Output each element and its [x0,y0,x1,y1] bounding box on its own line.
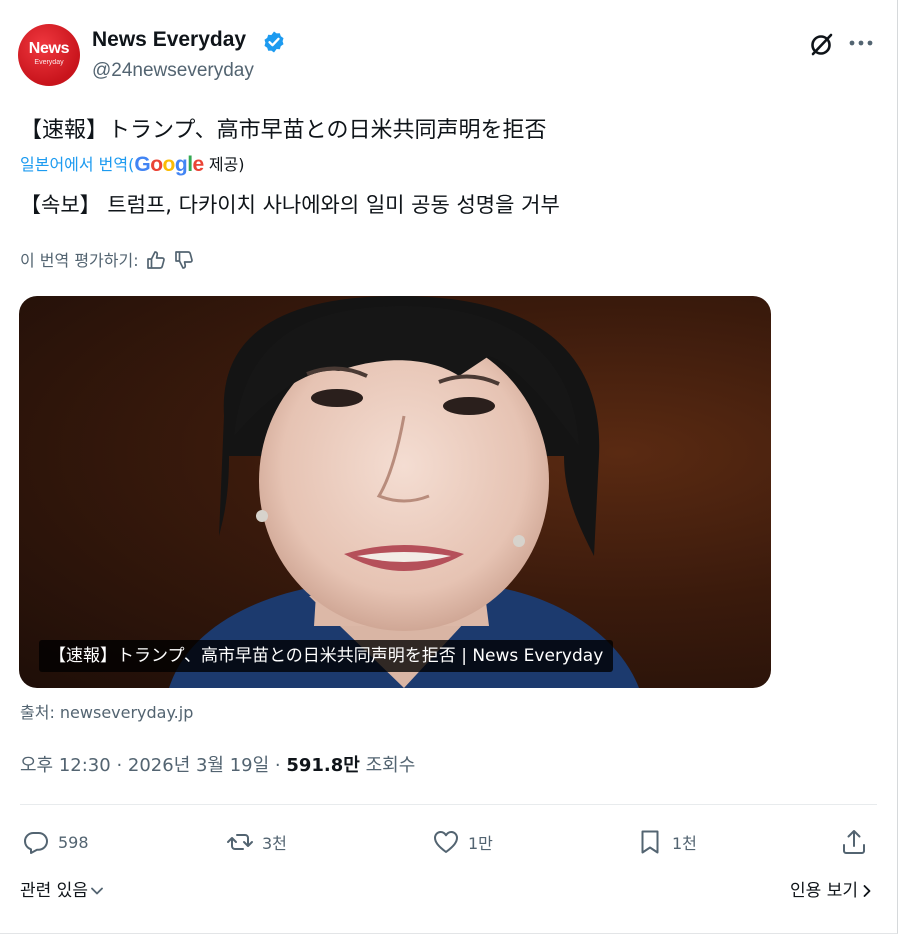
post-time[interactable]: 오후 12:30 [20,755,111,776]
grok-icon[interactable] [808,30,836,58]
divider [20,804,877,805]
translation-notice[interactable]: 일본어에서 번역(Google 제공) [20,151,245,177]
google-logo: Google [134,153,204,176]
reply-button[interactable]: 598 [22,826,89,858]
view-count: 591.8만 [286,755,360,776]
post-date[interactable]: 2026년 3월 19일 [128,755,269,776]
repost-button[interactable]: 3천 [226,826,287,858]
view-quotes-link[interactable]: 인용 보기 [790,876,874,901]
like-count: 1만 [468,834,493,853]
quotes-label: 인용 보기 [790,881,858,901]
post-meta: 오후 12:30 · 2026년 3월 19일 · 591.8만 조회수 [20,751,415,777]
bookmark-count: 1천 [672,834,697,853]
account-handle[interactable]: @24newseveryday [92,60,254,82]
translated-from-label: 일본어에서 번역( [20,155,135,174]
provided-label: 제공) [203,155,245,174]
related-label: 관련 있음 [20,881,88,901]
heart-icon [434,831,458,853]
share-icon [843,830,865,854]
news-photo [169,296,639,688]
post-translated-text: 【속보】 트럼프, 다카이치 사나에와의 일미 공동 성명을 거부 [20,193,560,217]
media-card[interactable]: 【速報】トランプ、高市早苗との日米共同声明を拒否 | News Everyday [19,296,771,688]
media-source[interactable]: 출처: newseveryday.jp [20,699,193,723]
thumbs-up-icon[interactable] [145,249,167,271]
media-caption: 【速報】トランプ、高市早苗との日米共同声明を拒否 | News Everyday [39,640,614,672]
repost-icon [227,834,253,850]
chevron-right-icon [863,885,871,897]
reply-count: 598 [58,832,89,852]
reply-icon [24,832,48,854]
share-button[interactable] [840,826,876,858]
bookmark-button[interactable]: 1천 [636,826,697,858]
bookmark-icon [641,830,659,854]
more-icon[interactable] [846,36,876,50]
meta-separator: · [110,755,128,776]
verified-badge-icon [264,31,284,53]
avatar-subtext: Everyday [34,59,64,66]
thumbs-down-icon[interactable] [173,249,195,271]
meta-separator: · [269,755,287,776]
chevron-down-icon [91,887,103,895]
rate-label: 이 번역 평가하기: [20,251,139,270]
avatar[interactable]: News Everyday [18,24,80,86]
rate-translation: 이 번역 평가하기: [20,247,195,271]
repost-count: 3천 [262,834,287,853]
views-label: 조회수 [359,755,416,776]
related-toggle[interactable]: 관련 있음 [20,876,104,901]
like-button[interactable]: 1만 [432,826,493,858]
account-name[interactable]: News Everyday [92,28,246,52]
post-original-text: 【速報】トランプ、高市早苗との日米共同声明を拒否 [20,118,547,143]
avatar-text: News [28,40,70,57]
